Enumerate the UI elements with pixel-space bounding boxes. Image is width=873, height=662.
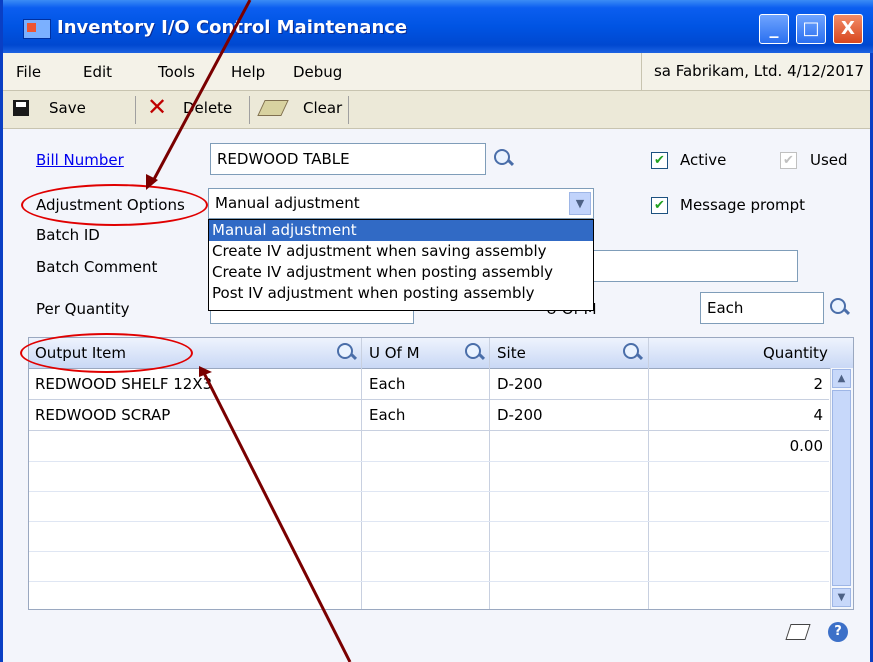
- active-label: Active: [680, 151, 727, 169]
- toolbar-separator: [135, 96, 136, 124]
- scroll-up-icon[interactable]: ▲: [832, 369, 851, 388]
- table-row[interactable]: REDWOOD SCRAP Each D-200 4: [29, 400, 829, 430]
- adjustment-options-list: Manual adjustment Create IV adjustment w…: [208, 219, 594, 311]
- adjustment-options-value: Manual adjustment: [215, 194, 360, 212]
- cell-item[interactable]: REDWOOD SCRAP: [35, 400, 170, 430]
- dropdown-option-create-saving[interactable]: Create IV adjustment when saving assembl…: [209, 241, 593, 262]
- used-checkbox: ✔: [780, 152, 797, 169]
- message-prompt-checkbox[interactable]: ✔: [651, 197, 668, 214]
- dropdown-option-manual[interactable]: Manual adjustment: [209, 220, 593, 241]
- cell-item[interactable]: REDWOOD SHELF 12X3: [35, 369, 212, 399]
- adjustment-options-dropdown[interactable]: Manual adjustment ▼: [208, 188, 594, 219]
- cell-quantity[interactable]: 0.00: [790, 431, 823, 461]
- site-lookup-icon[interactable]: [621, 341, 645, 365]
- table-row[interactable]: REDWOOD SHELF 12X3 Each D-200 2: [29, 369, 829, 399]
- col-header-output-item[interactable]: Output Item: [35, 344, 126, 362]
- menu-tools[interactable]: Tools: [158, 63, 195, 81]
- per-quantity-label: Per Quantity: [36, 300, 130, 318]
- batch-id-label: Batch ID: [36, 226, 100, 244]
- save-icon[interactable]: [13, 100, 29, 116]
- cell-site[interactable]: D-200: [497, 400, 543, 430]
- grid-scrollbar[interactable]: ▲ ▼: [830, 368, 853, 609]
- close-button[interactable]: X: [833, 14, 863, 44]
- uofm-field[interactable]: Each: [700, 292, 824, 324]
- scroll-down-icon[interactable]: ▼: [832, 588, 851, 607]
- dropdown-option-create-posting[interactable]: Create IV adjustment when posting assemb…: [209, 262, 593, 283]
- batch-comment-label: Batch Comment: [36, 258, 158, 276]
- help-icon[interactable]: ?: [828, 622, 848, 642]
- menu-file[interactable]: File: [16, 63, 41, 81]
- save-button[interactable]: Save: [49, 99, 86, 117]
- app-icon: [23, 19, 51, 39]
- toolbar-separator: [249, 96, 250, 124]
- dropdown-option-post-posting[interactable]: Post IV adjustment when posting assembly: [209, 283, 593, 304]
- output-items-grid: Output Item U Of M Site Quantity REDWOOD…: [28, 337, 854, 610]
- adjustment-options-label: Adjustment Options: [36, 196, 185, 214]
- col-header-uofm[interactable]: U Of M: [369, 344, 420, 362]
- window-title: Inventory I/O Control Maintenance: [57, 17, 408, 38]
- title-bar[interactable]: Inventory I/O Control Maintenance _ □ X: [3, 0, 873, 53]
- menu-debug[interactable]: Debug: [293, 63, 342, 81]
- col-header-site[interactable]: Site: [497, 344, 526, 362]
- menu-edit[interactable]: Edit: [83, 63, 112, 81]
- row-divider: [29, 491, 829, 492]
- cell-uofm[interactable]: Each: [369, 400, 405, 430]
- bill-number-lookup-icon[interactable]: [492, 147, 516, 171]
- cell-quantity[interactable]: 2: [813, 369, 823, 399]
- cell-quantity[interactable]: 4: [813, 400, 823, 430]
- col-header-quantity[interactable]: Quantity: [763, 344, 828, 362]
- row-divider: [29, 581, 829, 582]
- output-item-lookup-icon[interactable]: [335, 341, 359, 365]
- bill-number-field[interactable]: REDWOOD TABLE: [210, 143, 486, 175]
- clear-button[interactable]: Clear: [303, 99, 342, 117]
- table-row[interactable]: 0.00: [29, 431, 829, 461]
- row-divider: [29, 521, 829, 522]
- used-label: Used: [810, 151, 848, 169]
- grid-header: Output Item U Of M Site Quantity: [29, 338, 853, 369]
- uofm-lookup-icon[interactable]: [828, 296, 852, 320]
- row-divider: [29, 461, 829, 462]
- scroll-thumb[interactable]: [832, 390, 851, 586]
- company-date-status: sa Fabrikam, Ltd. 4/12/2017: [640, 53, 870, 90]
- delete-button[interactable]: Delete: [183, 99, 232, 117]
- active-checkbox[interactable]: ✔: [651, 152, 668, 169]
- toolbar: Save ✕ Delete Clear: [3, 91, 870, 129]
- clear-icon[interactable]: [257, 100, 289, 116]
- row-divider: [29, 551, 829, 552]
- bill-number-link[interactable]: Bill Number: [36, 151, 124, 169]
- menu-bar: File Edit Tools Help Debug sa Fabrikam, …: [3, 53, 870, 91]
- uofm-column-lookup-icon[interactable]: [463, 341, 487, 365]
- menu-help[interactable]: Help: [231, 63, 265, 81]
- cell-uofm[interactable]: Each: [369, 369, 405, 399]
- dropdown-arrow-icon[interactable]: ▼: [569, 192, 591, 215]
- maximize-button[interactable]: □: [796, 14, 826, 44]
- minimize-button[interactable]: _: [759, 14, 789, 44]
- toolbar-separator: [348, 96, 349, 124]
- message-prompt-label: Message prompt: [680, 196, 806, 214]
- delete-icon[interactable]: ✕: [147, 93, 167, 121]
- cell-site[interactable]: D-200: [497, 369, 543, 399]
